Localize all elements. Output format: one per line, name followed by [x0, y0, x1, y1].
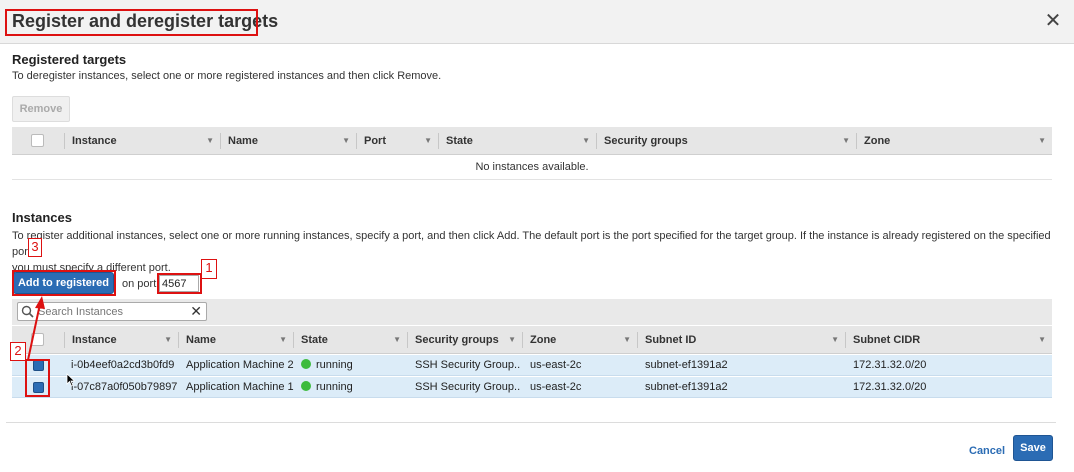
running-status-icon: [301, 359, 311, 369]
instance-id: i-07c87a0f050b79897: [71, 381, 177, 393]
column-name[interactable]: Name ▼: [220, 127, 356, 155]
column-subnet-id[interactable]: Subnet ID ▼: [637, 326, 845, 354]
sort-arrow-icon: ▼: [164, 335, 172, 344]
running-status-icon: [301, 381, 311, 391]
security-groups: SSH Security Group...: [415, 381, 521, 393]
footer-divider: [6, 422, 1056, 423]
search-input[interactable]: [38, 304, 188, 319]
empty-message: No instances available.: [12, 154, 1052, 180]
search-box[interactable]: ✕: [17, 302, 207, 321]
instance-state: running: [301, 355, 405, 376]
sort-arrow-icon: ▼: [582, 136, 590, 145]
subnet-id: subnet-ef1391a2: [645, 381, 728, 393]
sort-arrow-icon: ▼: [1038, 136, 1046, 145]
sort-arrow-icon: ▼: [842, 136, 850, 145]
sort-arrow-icon: ▼: [508, 335, 516, 344]
sort-arrow-icon: ▼: [206, 136, 214, 145]
zone: us-east-2c: [530, 381, 582, 393]
column-state[interactable]: State ▼: [293, 326, 407, 354]
instance-state: running: [301, 377, 405, 398]
instance-name: Application Machine 2: [186, 359, 294, 371]
column-security-groups[interactable]: Security groups ▼: [407, 326, 522, 354]
cancel-button[interactable]: Cancel: [969, 445, 1005, 457]
annotation-number-2: 2: [10, 342, 26, 361]
instances-heading: Instances: [12, 210, 72, 225]
save-button[interactable]: Save: [1013, 435, 1053, 461]
column-security-groups[interactable]: Security groups ▼: [596, 127, 856, 155]
table-row[interactable]: i-0b4eef0a2cd3b0fd9 Application Machine …: [12, 355, 1052, 376]
select-all-checkbox[interactable]: [31, 134, 44, 147]
close-icon[interactable]: ✕: [1042, 10, 1064, 32]
column-zone[interactable]: Zone ▼: [856, 127, 1052, 155]
mouse-cursor-icon: [66, 373, 76, 387]
registered-targets-heading: Registered targets: [12, 52, 127, 67]
column-instance[interactable]: Instance ▼: [64, 127, 220, 155]
annotation-title-box: [5, 9, 258, 36]
column-zone[interactable]: Zone ▼: [522, 326, 637, 354]
column-state[interactable]: State ▼: [438, 127, 596, 155]
sort-arrow-icon: ▼: [623, 335, 631, 344]
annotation-number-1: 1: [201, 259, 217, 279]
annotation-checkbox-box: [25, 359, 50, 397]
select-all-instances-checkbox[interactable]: [31, 333, 44, 346]
annotation-add-box: [12, 270, 116, 296]
sort-arrow-icon: ▼: [279, 335, 287, 344]
annotation-port-box: [157, 273, 202, 294]
column-port[interactable]: Port ▼: [356, 127, 438, 155]
registered-targets-description: To deregister instances, select one or m…: [12, 70, 442, 82]
sort-arrow-icon: ▼: [1038, 335, 1046, 344]
column-name[interactable]: Name ▼: [178, 326, 293, 354]
column-subnet-cidr[interactable]: Subnet CIDR ▼: [845, 326, 1052, 354]
on-port-label: on port: [122, 278, 157, 290]
instance-id: i-0b4eef0a2cd3b0fd9: [71, 359, 175, 371]
security-groups: SSH Security Group...: [415, 359, 521, 371]
instance-name: Application Machine 1: [186, 381, 294, 393]
sort-arrow-icon: ▼: [424, 136, 432, 145]
search-icon: [21, 305, 34, 318]
clear-search-icon[interactable]: ✕: [190, 304, 202, 319]
subnet-id: subnet-ef1391a2: [645, 359, 728, 371]
sort-arrow-icon: ▼: [393, 335, 401, 344]
column-instance[interactable]: Instance ▼: [64, 326, 178, 354]
search-bar: ✕: [12, 299, 1052, 325]
instances-description-line-1: To register additional instances, select…: [12, 230, 1051, 258]
table-row[interactable]: i-07c87a0f050b79897 Application Machine …: [12, 377, 1052, 398]
subnet-cidr: 172.31.32.0/20: [853, 359, 927, 371]
instances-table-header: Instance ▼ Name ▼ State ▼ Security groups ▼ …: [12, 326, 1052, 354]
sort-arrow-icon: ▼: [342, 136, 350, 145]
instances-description: To register additional instances, select…: [12, 228, 1062, 276]
remove-button[interactable]: Remove: [12, 96, 70, 122]
sort-arrow-icon: ▼: [831, 335, 839, 344]
registered-table-header: Instance ▼ Name ▼ Port ▼ State ▼ Security gr…: [12, 127, 1052, 155]
zone: us-east-2c: [530, 359, 582, 371]
annotation-number-3: 3: [28, 238, 42, 257]
subnet-cidr: 172.31.32.0/20: [853, 381, 927, 393]
